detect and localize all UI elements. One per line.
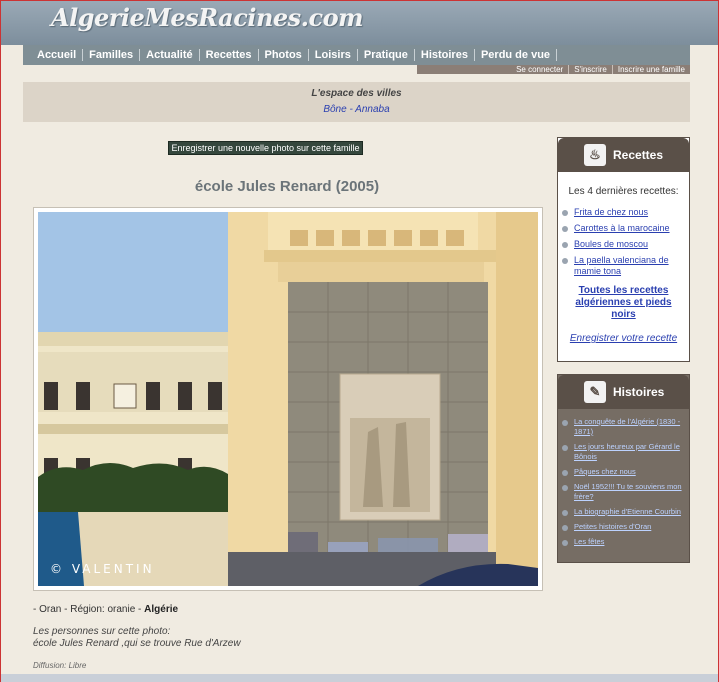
persons-label: Les personnes sur cette photo:: [33, 626, 171, 637]
recette-link[interactable]: Carottes à la marocaine: [574, 223, 670, 234]
persons-text: école Jules Renard ,qui se trouve Rue d'…: [33, 638, 241, 649]
list-item: La biographie d'Etienne Courbin: [562, 507, 683, 517]
list-item: Noël 1952!!! Tu te souviens mon frère?: [562, 482, 683, 502]
nav-accueil[interactable]: Accueil: [31, 49, 84, 61]
main-nav: Accueil Familles Actualité Recettes Phot…: [23, 45, 690, 65]
recettes-list: Frita de chez nous Carottes à la marocai…: [558, 207, 689, 277]
nav-familles[interactable]: Familles: [83, 49, 141, 61]
account-nav: Se connecter S'inscrire Inscrire une fam…: [417, 65, 690, 74]
bottom-scroll-bar[interactable]: [1, 674, 718, 682]
site-logo[interactable]: AlgerieMesRacines.com: [51, 3, 364, 32]
recettes-box: ♨ Recettes Les 4 dernières recettes: Fri…: [557, 137, 690, 362]
bullet-icon: [562, 510, 568, 516]
list-item: Frita de chez nous: [562, 207, 683, 218]
nav-pratique[interactable]: Pratique: [358, 49, 415, 61]
nav-recettes[interactable]: Recettes: [200, 49, 259, 61]
list-item: La conquête de l'Algérie (1830 - 1871): [562, 417, 683, 437]
recettes-header: ♨ Recettes: [558, 138, 689, 172]
photo-watermark: © VALENTIN: [50, 562, 155, 576]
all-recipes-link[interactable]: Toutes les recettes algériennes et pieds…: [564, 285, 683, 321]
bullet-icon: [562, 445, 568, 451]
bullet-icon: [562, 485, 568, 491]
list-item: Pâques chez nous: [562, 467, 683, 477]
register-link[interactable]: S'inscrire: [568, 65, 612, 74]
city-link[interactable]: Bône - Annaba: [323, 104, 389, 115]
save-recipe-link[interactable]: Enregistrer votre recette: [558, 333, 689, 344]
photo-title: école Jules Renard (2005): [194, 178, 380, 195]
bullet-icon: [562, 420, 568, 426]
new-photo-button[interactable]: Enregistrer une nouvelle photo sur cette…: [168, 141, 363, 155]
location-text: - Oran - Région: oranie -: [33, 604, 145, 615]
bullet-icon: [562, 540, 568, 546]
bullet-icon: [562, 226, 568, 232]
list-item: Carottes à la marocaine: [562, 223, 683, 234]
histoires-list: La conquête de l'Algérie (1830 - 1871) L…: [562, 417, 683, 547]
histoire-link[interactable]: Les fêtes: [574, 537, 604, 547]
list-item: Les jours heureux par Gérard le Bônois: [562, 442, 683, 462]
bullet-icon: [562, 210, 568, 216]
bullet-icon: [562, 242, 568, 248]
nav-actualite[interactable]: Actualité: [140, 49, 200, 61]
histoires-title: Histoires: [613, 385, 665, 399]
nav-photos[interactable]: Photos: [259, 49, 309, 61]
list-item: Petites histoires d'Oran: [562, 522, 683, 532]
recettes-title: Recettes: [613, 148, 664, 162]
school-photo-illustration: [38, 212, 538, 586]
photo-location: - Oran - Région: oranie - Algérie: [33, 604, 178, 615]
nav-histoires[interactable]: Histoires: [415, 49, 475, 61]
histoires-header: ✎ Histoires: [558, 375, 689, 409]
bullet-icon: [562, 470, 568, 476]
nav-perdu-de-vue[interactable]: Perdu de vue: [475, 49, 558, 61]
register-family-link[interactable]: Inscrire une famille: [611, 65, 690, 74]
chef-hat-icon: ♨: [584, 144, 606, 166]
villes-title: L'espace des villes: [311, 88, 402, 99]
histoire-link[interactable]: Noël 1952!!! Tu te souviens mon frère?: [574, 482, 683, 502]
site-header: AlgerieMesRacines.com: [1, 1, 718, 45]
diffusion-note: Diffusion: Libre: [33, 661, 87, 670]
bullet-icon: [562, 525, 568, 531]
location-country: Algérie: [144, 604, 179, 615]
list-item: La paella valenciana de mamie tona: [562, 255, 683, 277]
histoire-link[interactable]: Petites histoires d'Oran: [574, 522, 651, 532]
villes-panel: L'espace des villes Bône - Annaba: [23, 82, 690, 122]
school-photo: © VALENTIN: [38, 212, 538, 586]
nav-loisirs[interactable]: Loisirs: [309, 49, 358, 61]
histoires-box: ✎ Histoires La conquête de l'Algérie (18…: [557, 374, 690, 563]
list-item: Boules de moscou: [562, 239, 683, 250]
list-item: Les fêtes: [562, 537, 683, 547]
recette-link[interactable]: La paella valenciana de mamie tona: [574, 255, 683, 277]
recette-link[interactable]: Boules de moscou: [574, 239, 648, 250]
histoire-link[interactable]: Pâques chez nous: [574, 467, 636, 477]
histoire-link[interactable]: Les jours heureux par Gérard le Bônois: [574, 442, 683, 462]
histoires-body: La conquête de l'Algérie (1830 - 1871) L…: [558, 409, 689, 562]
histoire-link[interactable]: La conquête de l'Algérie (1830 - 1871): [574, 417, 683, 437]
bullet-icon: [562, 258, 568, 264]
login-link[interactable]: Se connecter: [511, 65, 568, 74]
recettes-intro: Les 4 dernières recettes:: [568, 186, 679, 197]
recette-link[interactable]: Frita de chez nous: [574, 207, 648, 218]
histoire-link[interactable]: La biographie d'Etienne Courbin: [574, 507, 681, 517]
photo-frame: © VALENTIN: [33, 207, 543, 591]
photo-persons: Les personnes sur cette photo: école Jul…: [33, 626, 241, 650]
quill-icon: ✎: [584, 381, 606, 403]
